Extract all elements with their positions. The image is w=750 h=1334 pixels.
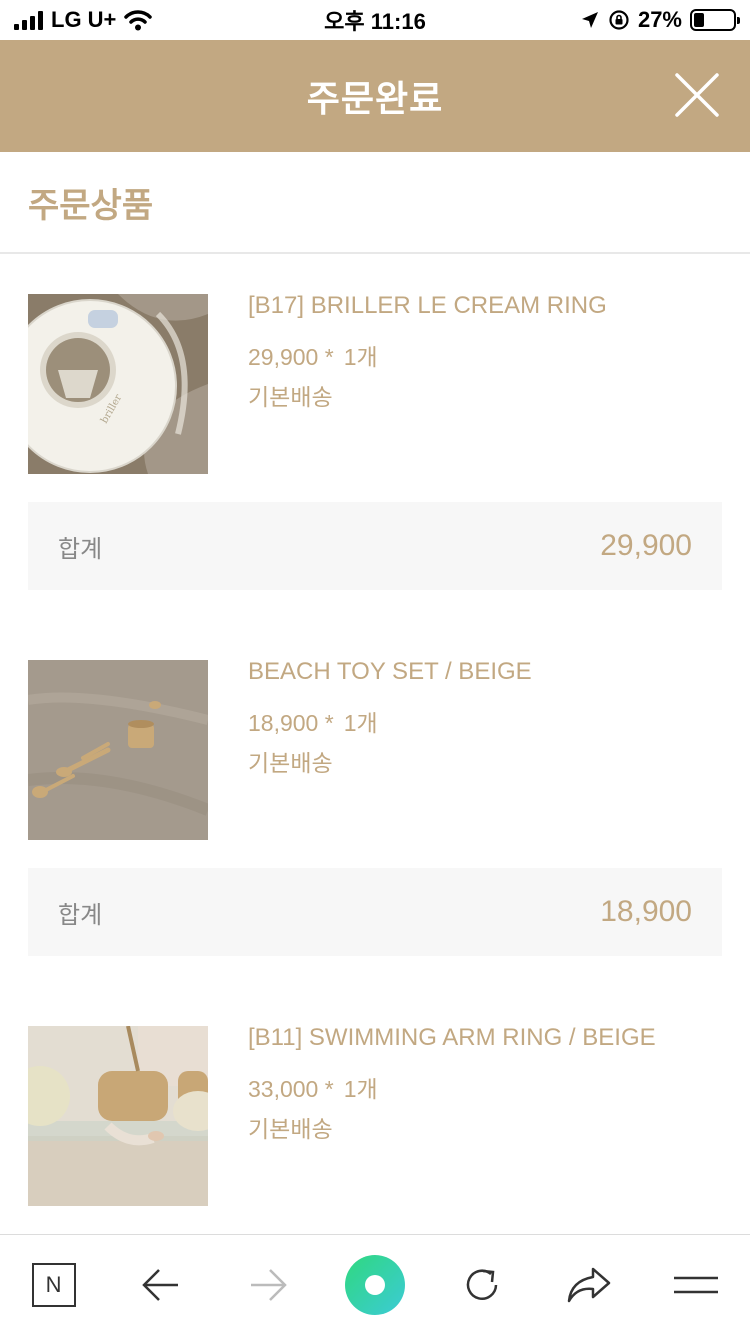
total-value: 18,900 <box>600 895 692 928</box>
menu-button[interactable] <box>664 1253 728 1317</box>
price-value: 29,900 * <box>248 344 334 370</box>
order-list[interactable]: briller [B17] BRILLER LE CREAM RING 29,9… <box>0 254 750 1234</box>
forward-arrow-icon <box>250 1268 287 1301</box>
product-price: 33,000 * 1개 <box>248 1070 378 1104</box>
product-price: 18,900 * 1개 <box>248 704 378 738</box>
order-item: briller [B17] BRILLER LE CREAM RING 29,9… <box>0 254 750 620</box>
product-name[interactable]: BEACH TOY SET / BEIGE <box>248 658 532 686</box>
naver-home-icon: N <box>31 1262 76 1307</box>
share-icon <box>568 1267 611 1302</box>
status-right: 27% <box>580 7 740 33</box>
shipping-type: 기본배송 <box>248 750 333 776</box>
order-total: 합계 29,900 <box>28 502 722 590</box>
quantity-value: 1개 <box>343 710 378 736</box>
status-left: LG U+ <box>14 7 153 33</box>
order-item: BEACH TOY SET / BEIGE 18,900 * 1개 기본배송 합계… <box>0 620 750 986</box>
product-name[interactable]: [B11] SWIMMING ARM RING / BEIGE <box>248 1024 656 1052</box>
share-button[interactable] <box>557 1253 621 1317</box>
total-label: 합계 <box>58 901 103 929</box>
forward-button[interactable] <box>236 1253 300 1317</box>
naver-home-button[interactable]: N <box>22 1253 86 1317</box>
green-dot-icon <box>344 1254 405 1315</box>
refresh-button[interactable] <box>450 1253 514 1317</box>
product-image-arm-ring[interactable] <box>28 1026 208 1206</box>
signal-icon <box>14 10 43 30</box>
price-value: 18,900 * <box>248 710 334 736</box>
green-dot-button[interactable] <box>343 1253 407 1317</box>
product-name[interactable]: [B17] BRILLER LE CREAM RING <box>248 292 607 320</box>
back-arrow-icon <box>141 1268 178 1301</box>
product-image-beach-toy[interactable] <box>28 660 208 840</box>
page-header: 주문완료 <box>0 40 750 152</box>
battery-percent: 27% <box>637 7 682 32</box>
section-title: 주문상품 <box>28 186 154 225</box>
refresh-icon <box>466 1268 498 1300</box>
total-label: 합계 <box>58 535 103 563</box>
battery-icon <box>690 9 740 31</box>
battery-fill <box>694 13 705 27</box>
close-button[interactable] <box>674 72 720 118</box>
back-button[interactable] <box>129 1253 193 1317</box>
total-value: 29,900 <box>600 529 692 562</box>
menu-icon <box>674 1276 719 1293</box>
product-image-swim-ring[interactable]: briller <box>28 294 208 474</box>
shipping-type: 기본배송 <box>248 1116 333 1142</box>
rotation-lock-icon <box>609 10 629 30</box>
page-title: 주문완료 <box>306 78 444 119</box>
order-item: [B11] SWIMMING ARM RING / BEIGE 33,000 *… <box>0 986 750 1234</box>
wifi-icon <box>124 10 153 31</box>
quantity-value: 1개 <box>343 1076 378 1102</box>
product-price: 29,900 * 1개 <box>248 338 378 372</box>
naver-home-label: N <box>45 1271 62 1297</box>
shipping-type: 기본배송 <box>248 384 333 410</box>
status-bar: LG U+ 오후 11:16 27% <box>0 0 750 40</box>
price-value: 33,000 * <box>248 1076 334 1102</box>
order-total: 합계 18,900 <box>28 868 722 956</box>
carrier-label: LG U+ <box>51 7 117 32</box>
quantity-value: 1개 <box>343 344 378 370</box>
order-complete-screen: LG U+ 오후 11:16 27% 주문완료 주문상품 briller [B1… <box>0 0 750 1334</box>
location-arrow-icon <box>581 12 598 28</box>
browser-toolbar: N <box>0 1234 750 1334</box>
close-icon <box>675 73 719 117</box>
section-header: 주문상품 <box>0 152 750 254</box>
